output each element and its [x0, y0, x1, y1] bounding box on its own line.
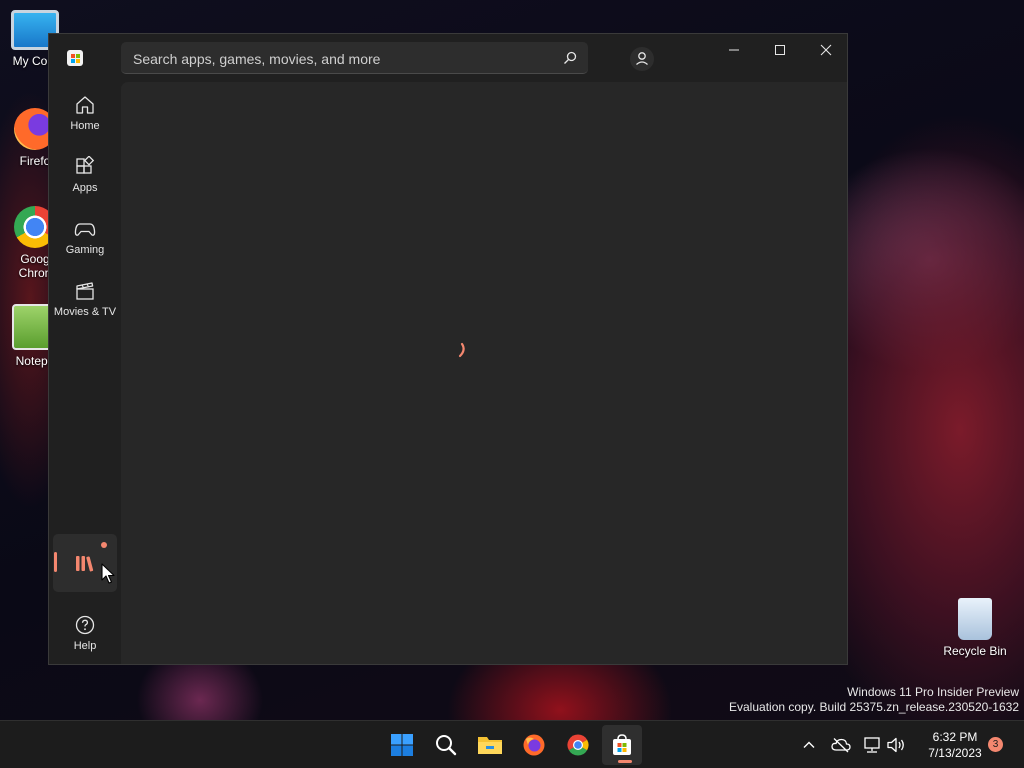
volume-tray-button[interactable]: [884, 733, 908, 757]
close-button[interactable]: [803, 34, 849, 66]
folder-icon: [478, 737, 502, 754]
desktop-icon-label: Recycle Bin: [943, 644, 1007, 658]
search-box: [121, 42, 588, 75]
taskbar-chrome[interactable]: [558, 725, 598, 765]
taskbar-clock[interactable]: 6:32 PM 7/13/2023: [910, 729, 1000, 761]
notification-badge[interactable]: 3: [988, 737, 1003, 752]
gamepad-icon: [74, 223, 96, 236]
show-hidden-icons-button[interactable]: [797, 733, 821, 757]
nav-item-label: Help: [73, 640, 97, 652]
windows-watermark: Windows 11 Pro Insider Preview Evaluatio…: [729, 685, 1019, 715]
close-icon: [820, 44, 832, 56]
taskbar-file-explorer[interactable]: [470, 725, 510, 765]
recycle-bin-icon: [958, 598, 992, 640]
apps-icon: [76, 156, 95, 174]
clock-time: 6:32 PM: [932, 730, 978, 744]
firefox-icon: [523, 734, 545, 756]
chevron-up-icon: [803, 741, 815, 748]
chrome-icon: [567, 734, 589, 756]
nav-item-home[interactable]: Home: [53, 86, 117, 142]
library-icon: [76, 556, 94, 572]
nav-item-label: Home: [70, 120, 100, 132]
maximize-icon: [775, 45, 785, 55]
search-icon[interactable]: [562, 50, 578, 66]
active-app-indicator: [618, 760, 632, 763]
mouse-cursor-icon: [101, 563, 115, 584]
taskbar-microsoft-store[interactable]: [602, 725, 642, 765]
help-icon: [75, 615, 95, 635]
network-icon: [864, 737, 880, 753]
clapperboard-icon: [76, 282, 94, 300]
nav-item-help[interactable]: Help: [53, 606, 117, 662]
nav-item-movies-tv[interactable]: Movies & TV: [53, 272, 117, 328]
watermark-line: Evaluation copy. Build 25375.zn_release.…: [729, 700, 1019, 714]
minimize-button[interactable]: [711, 34, 757, 66]
desktop-icon-recycle-bin[interactable]: Recycle Bin: [938, 598, 1012, 658]
onedrive-tray-button[interactable]: [829, 733, 853, 757]
maximize-button[interactable]: [757, 34, 803, 66]
network-tray-button[interactable]: [860, 733, 884, 757]
nav-item-apps[interactable]: Apps: [53, 148, 117, 204]
nav-item-label: Movies & TV: [53, 306, 117, 318]
taskbar-search-button[interactable]: [426, 725, 466, 765]
main-content-area: [121, 82, 847, 664]
microsoft-store-window: Home Apps Gaming Movies & TV Help: [48, 33, 848, 665]
taskbar: 6:32 PM 7/13/2023 3: [0, 720, 1024, 768]
update-badge: [101, 542, 107, 548]
clock-date: 7/13/2023: [928, 746, 982, 760]
home-icon: [76, 96, 94, 114]
loading-spinner-icon: [458, 342, 465, 358]
person-icon: [630, 47, 654, 71]
nav-item-gaming[interactable]: Gaming: [53, 210, 117, 266]
search-icon: [436, 735, 457, 756]
taskbar-firefox[interactable]: [514, 725, 554, 765]
search-input[interactable]: [131, 42, 555, 75]
store-logo-icon: [67, 50, 83, 66]
nav-item-label: Apps: [72, 182, 98, 194]
store-bag-icon: [613, 734, 631, 755]
speaker-icon: [887, 737, 904, 753]
nav-item-label: Gaming: [65, 244, 105, 256]
selection-indicator: [54, 552, 57, 572]
watermark-line: Windows 11 Pro Insider Preview: [847, 685, 1019, 699]
start-button[interactable]: [382, 725, 422, 765]
minimize-icon: [729, 49, 739, 51]
title-bar[interactable]: [49, 34, 847, 82]
windows-logo-icon: [391, 734, 413, 756]
cloud-offline-icon: [831, 738, 851, 753]
profile-button[interactable]: [627, 44, 657, 74]
